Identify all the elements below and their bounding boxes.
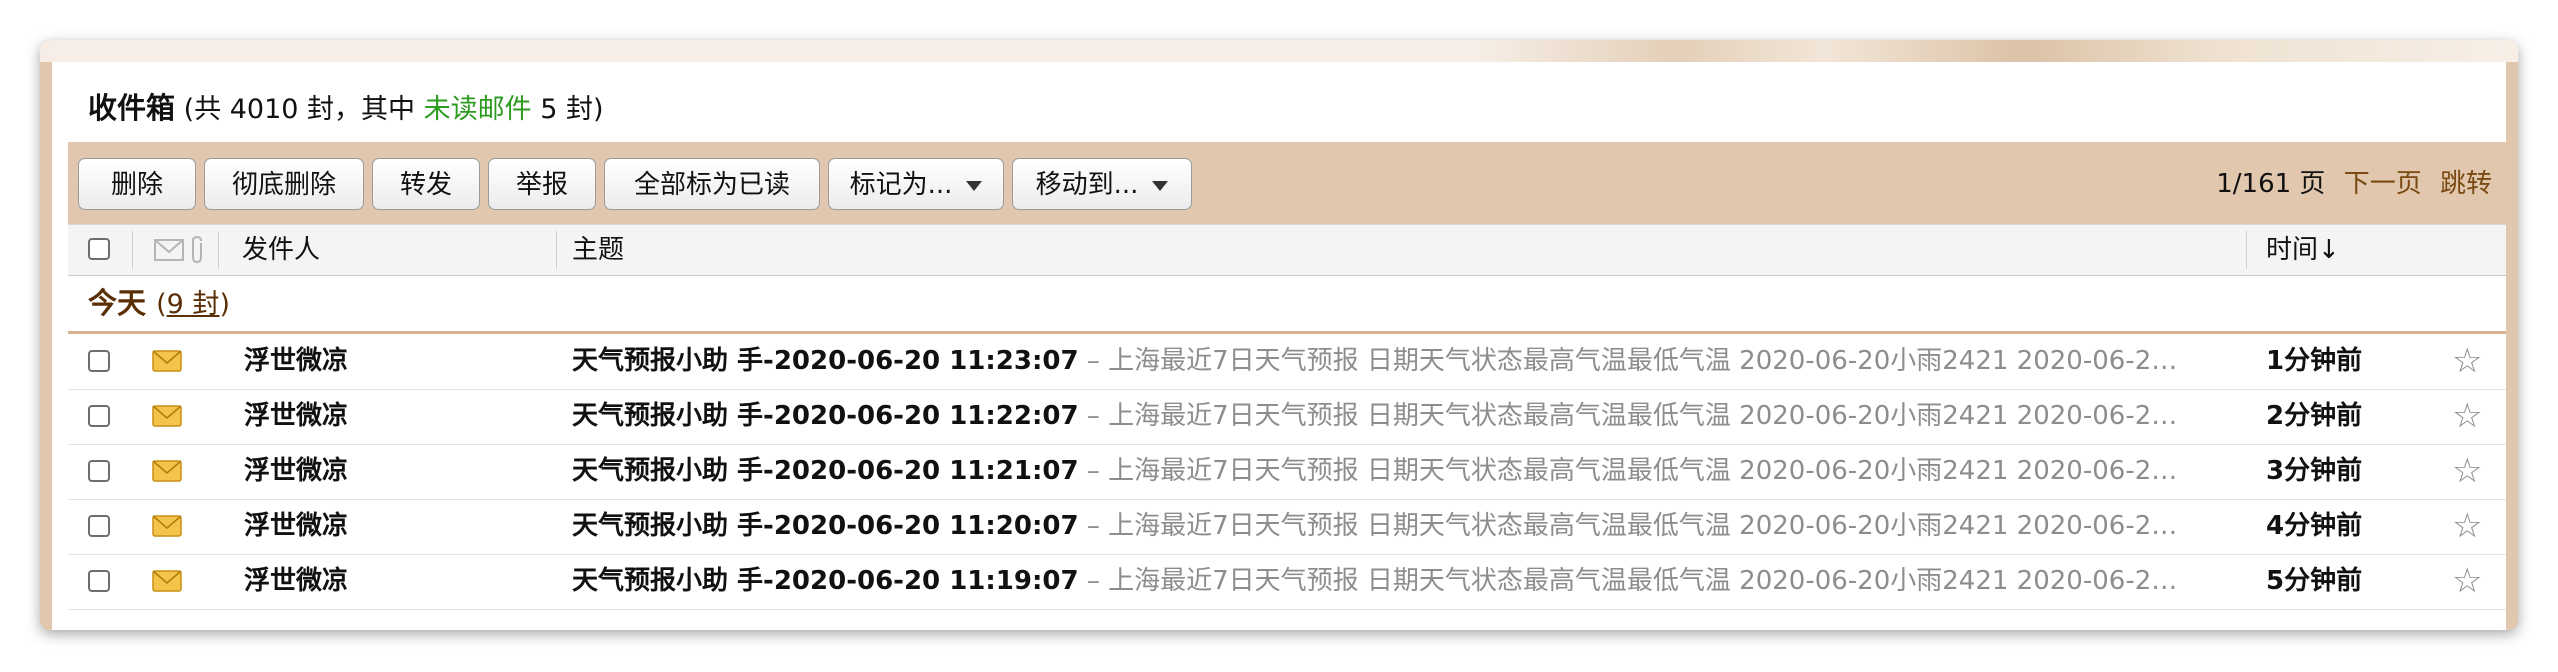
time-column-header[interactable]: 时间↓	[2266, 225, 2340, 275]
mark-all-read-button[interactable]: 全部标为已读	[604, 158, 820, 210]
mail-subject[interactable]: 天气预报小助 手-2020-06-20 11:22:07 – 上海最近7日天气预…	[572, 389, 2262, 444]
envelope-icon	[152, 460, 182, 482]
mailbox-summary-prefix: (共 4010 封，其中	[183, 94, 416, 125]
mail-window: 收件箱 (共 4010 封，其中 未读邮件 5 封) 删除 彻底删除 转发 举报…	[40, 40, 2518, 630]
mailbox-title: 收件箱 (共 4010 封，其中 未读邮件 5 封)	[88, 88, 604, 130]
mail-row[interactable]: 浮世微凉 天气预报小助 手-2020-06-20 11:23:07 – 上海最近7…	[68, 334, 2506, 390]
star-icon[interactable]: ☆	[2452, 554, 2482, 609]
mail-subject[interactable]: 天气预报小助 手-2020-06-20 11:23:07 – 上海最近7日天气预…	[572, 334, 2262, 389]
count-open-paren: (	[156, 289, 167, 320]
mark-as-label: 标记为...	[849, 170, 953, 200]
mail-sender[interactable]: 浮世微凉	[244, 334, 348, 389]
column-divider	[2246, 231, 2247, 269]
star-icon[interactable]: ☆	[2452, 389, 2482, 444]
delete-button[interactable]: 删除	[78, 158, 196, 210]
date-group-count-link[interactable]: 9 封	[167, 289, 220, 320]
mail-row[interactable]: 浮世微凉 天气预报小助 手-2020-06-20 11:19:07 – 上海最近7…	[68, 554, 2506, 610]
date-group-header: 今天 (9 封)	[68, 275, 2506, 334]
delete-permanently-button[interactable]: 彻底删除	[204, 158, 364, 210]
mail-sender[interactable]: 浮世微凉	[244, 389, 348, 444]
mailbox-summary-suffix: 5 封)	[540, 94, 604, 125]
mail-subject[interactable]: 天气预报小助 手-2020-06-20 11:19:07 – 上海最近7日天气预…	[572, 554, 2262, 609]
column-divider	[218, 231, 219, 269]
star-icon[interactable]: ☆	[2452, 334, 2482, 389]
mail-select-checkbox[interactable]	[88, 515, 110, 537]
date-group-name: 今天	[88, 286, 147, 320]
mail-select-checkbox[interactable]	[88, 350, 110, 372]
mail-time: 4分钟前	[2266, 511, 2363, 541]
mail-preview-text: – 上海最近7日天气预报 日期天气状态最高气温最低气温 2020-06-20小雨…	[1086, 346, 2178, 376]
mail-preview-text: – 上海最近7日天气预报 日期天气状态最高气温最低气温 2020-06-20小雨…	[1086, 456, 2178, 486]
envelope-icon	[152, 405, 182, 427]
page-position: 1/161 页	[2216, 169, 2326, 199]
mail-select-checkbox[interactable]	[88, 570, 110, 592]
mail-preview-text: – 上海最近7日天气预报 日期天气状态最高气温最低气温 2020-06-20小雨…	[1086, 511, 2178, 541]
mail-subject[interactable]: 天气预报小助 手-2020-06-20 11:20:07 – 上海最近7日天气预…	[572, 499, 2262, 554]
envelope-icon	[152, 350, 182, 372]
mail-select-checkbox[interactable]	[88, 460, 110, 482]
move-to-dropdown[interactable]: 移动到...	[1012, 158, 1192, 210]
window-top-border	[40, 40, 2518, 62]
envelope-icon	[152, 515, 182, 537]
mail-subject-text: 天气预报小助 手-2020-06-20 11:21:07	[572, 456, 1079, 486]
mail-row[interactable]: 浮世微凉 天气预报小助 手-2020-06-20 11:21:07 – 上海最近7…	[68, 444, 2506, 500]
mail-list-header: 发件人 主题 时间↓	[68, 224, 2506, 276]
mail-row[interactable]: 浮世微凉 天气预报小助 手-2020-06-20 11:22:07 – 上海最近7…	[68, 389, 2506, 445]
date-group-label: 今天 (9 封)	[88, 275, 230, 333]
mail-panel: 收件箱 (共 4010 封，其中 未读邮件 5 封) 删除 彻底删除 转发 举报…	[52, 62, 2506, 630]
mail-toolbar: 删除 彻底删除 转发 举报 全部标为已读 标记为... 移动到... 1/161…	[68, 142, 2506, 224]
mail-row[interactable]: 浮世微凉 天气预报小助 手-2020-06-20 11:20:07 – 上海最近7…	[68, 499, 2506, 555]
mail-sender[interactable]: 浮世微凉	[244, 554, 348, 609]
mark-as-dropdown[interactable]: 标记为...	[828, 158, 1004, 210]
mail-subject-text: 天气预报小助 手-2020-06-20 11:20:07	[572, 511, 1079, 541]
mail-time: 1分钟前	[2266, 346, 2363, 376]
mail-subject-text: 天气预报小助 手-2020-06-20 11:19:07	[572, 566, 1079, 596]
select-all-checkbox[interactable]	[88, 238, 110, 260]
chevron-down-icon	[966, 180, 983, 191]
column-divider	[132, 231, 133, 269]
mail-subject-text: 天气预报小助 手-2020-06-20 11:23:07	[572, 346, 1079, 376]
envelope-icon	[152, 570, 182, 592]
mail-preview-text: – 上海最近7日天气预报 日期天气状态最高气温最低气温 2020-06-20小雨…	[1086, 566, 2178, 596]
column-divider	[556, 231, 557, 269]
sender-column-header[interactable]: 发件人	[242, 225, 320, 275]
mail-preview-text: – 上海最近7日天气预报 日期天气状态最高气温最低气温 2020-06-20小雨…	[1086, 401, 2178, 431]
unread-mail-link[interactable]: 未读邮件	[424, 94, 532, 125]
mail-subject[interactable]: 天气预报小助 手-2020-06-20 11:21:07 – 上海最近7日天气预…	[572, 444, 2262, 499]
mail-sender[interactable]: 浮世微凉	[244, 444, 348, 499]
star-icon[interactable]: ☆	[2452, 444, 2482, 499]
mailbox-name: 收件箱	[88, 91, 176, 125]
subject-column-header[interactable]: 主题	[572, 225, 624, 275]
pagination: 1/161 页 下一页 跳转	[2216, 158, 2492, 210]
chevron-down-icon	[1152, 180, 1169, 191]
mail-time: 2分钟前	[2266, 401, 2363, 431]
mail-subject-text: 天气预报小助 手-2020-06-20 11:22:07	[572, 401, 1079, 431]
jump-page-link[interactable]: 跳转	[2440, 169, 2492, 199]
date-group-count: (9 封)	[156, 289, 230, 320]
mail-sender[interactable]: 浮世微凉	[244, 499, 348, 554]
forward-button[interactable]: 转发	[372, 158, 480, 210]
mail-time: 5分钟前	[2266, 566, 2363, 596]
paperclip-icon	[192, 235, 202, 264]
mail-select-checkbox[interactable]	[88, 405, 110, 427]
next-page-link[interactable]: 下一页	[2344, 169, 2422, 199]
envelope-column-icon	[154, 239, 184, 261]
move-to-label: 移动到...	[1035, 170, 1139, 200]
mail-time: 3分钟前	[2266, 456, 2363, 486]
count-close-paren: )	[219, 289, 230, 320]
report-button[interactable]: 举报	[488, 158, 596, 210]
star-icon[interactable]: ☆	[2452, 499, 2482, 554]
